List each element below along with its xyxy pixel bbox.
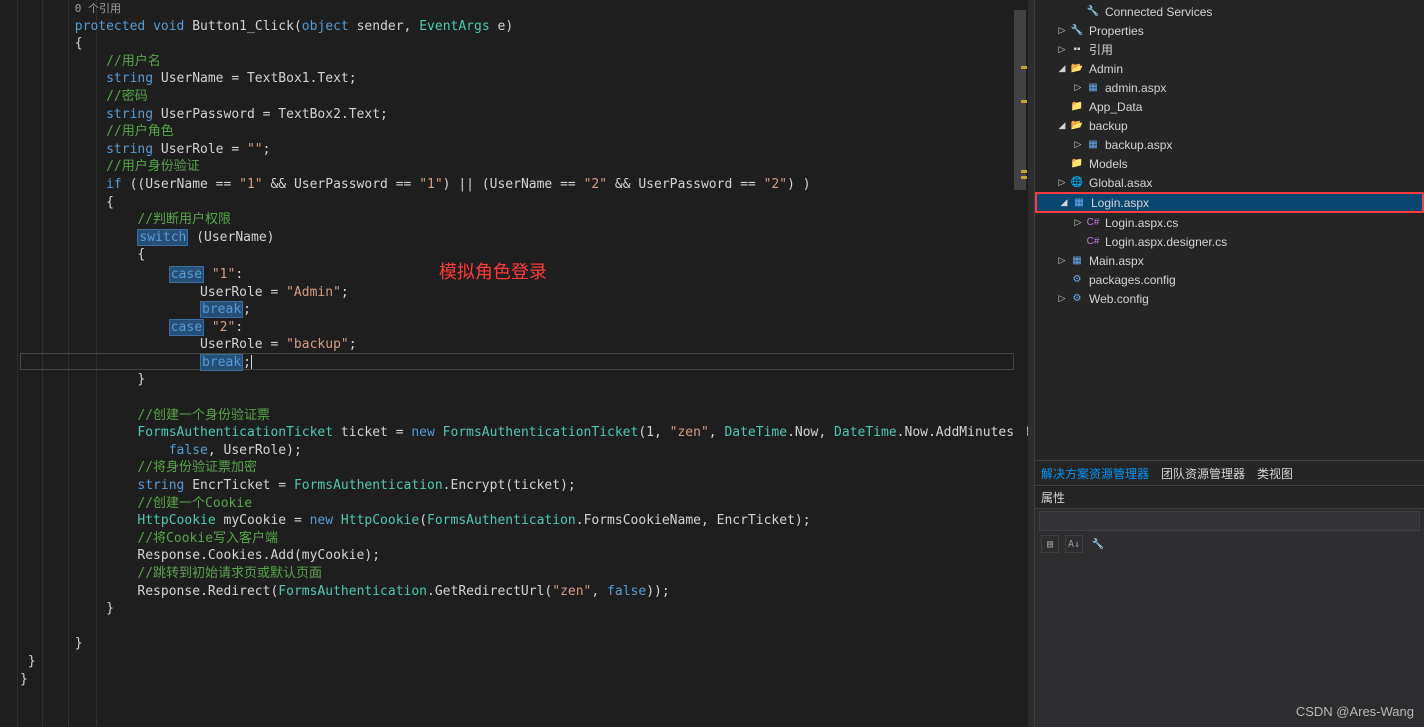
code-content[interactable]: 0 个引用 protected void Button1_Click(objec… [0,0,1028,727]
aspx-file-icon: ▦ [1085,80,1101,96]
expand-icon[interactable]: ▷ [1057,177,1067,188]
references-label[interactable]: 0 个引用 [75,2,121,15]
watermark: CSDN @Ares-Wang [1296,704,1414,719]
tree-item-label: packages.config [1089,273,1176,287]
scrollbar-track[interactable] [1014,0,1027,727]
tree-item[interactable]: ▷⚙packages.config [1035,270,1424,289]
tab-team-explorer[interactable]: 团队资源管理器 [1161,465,1245,482]
tree-item[interactable]: ▷C#Login.aspx.designer.cs [1035,232,1424,251]
tree-item-label: admin.aspx [1105,81,1166,95]
tree-item-label: Main.aspx [1089,254,1144,268]
expand-icon[interactable]: ▷ [1057,25,1067,36]
tree-item[interactable]: ▷🔧Connected Services [1035,2,1424,21]
wrench-icon: 🔧 [1085,4,1101,20]
tree-item-label: Properties [1089,24,1144,38]
right-panel: ▷🔧Connected Services▷🔧Properties▷▪▪引用◢📂A… [1034,0,1424,727]
properties-panel: 属性 ▤ A↓ 🔧 [1035,486,1424,727]
tree-item-label: Login.aspx [1091,196,1149,210]
properties-title: 属性 [1035,487,1424,509]
tab-solution-explorer[interactable]: 解决方案资源管理器 [1041,465,1149,482]
tree-item[interactable]: ▷▦ admin.aspx [1035,78,1424,97]
tree-item-label: Login.aspx.designer.cs [1105,235,1227,249]
expand-icon[interactable]: ▷ [1073,217,1083,228]
tree-item[interactable]: ▷C# Login.aspx.cs [1035,213,1424,232]
tree-item-label: Connected Services [1105,5,1212,19]
tree-item-label: Admin [1089,62,1123,76]
expand-icon[interactable]: ◢ [1059,197,1069,208]
expand-icon[interactable]: ▷ [1057,255,1067,266]
scrollbar-marker [1021,100,1027,103]
aspx-file-icon: ▦ [1085,137,1101,153]
tree-item-label: Models [1089,157,1128,171]
tree-item[interactable]: ▷▦ Main.aspx [1035,251,1424,270]
tree-item-label: backup [1089,119,1128,133]
folder-icon: 📁 [1069,156,1085,172]
folder-open-icon: 📂 [1069,118,1085,134]
config-file-icon: ⚙ [1069,272,1085,288]
cs-file-icon: C# [1085,215,1101,231]
global-file-icon: 🌐 [1069,175,1085,191]
annotation-label: 模拟角色登录 [439,262,547,282]
aspx-file-icon: ▦ [1071,195,1087,211]
tree-item[interactable]: ▷⚙ Web.config [1035,289,1424,308]
tree-item[interactable]: ▷🌐 Global.asax [1035,173,1424,192]
tree-item-label: backup.aspx [1105,138,1172,152]
tab-class-view[interactable]: 类视图 [1257,465,1293,482]
tree-item-label: 引用 [1089,41,1113,58]
references-icon: ▪▪ [1069,42,1085,58]
wrench-icon[interactable]: 🔧 [1089,535,1107,553]
expand-icon[interactable]: ◢ [1057,120,1067,131]
scrollbar-marker [1021,170,1027,173]
tree-item[interactable]: ▷🔧 Properties [1035,21,1424,40]
solution-explorer-tree[interactable]: ▷🔧Connected Services▷🔧Properties▷▪▪引用◢📂A… [1035,0,1424,460]
code-editor[interactable]: 0 个引用 protected void Button1_Click(objec… [0,0,1028,727]
aspx-file-icon: ▦ [1069,253,1085,269]
tree-item[interactable]: ▷▦ backup.aspx [1035,135,1424,154]
properties-toolbar: ▤ A↓ 🔧 [1035,531,1424,557]
tool-window-tabs[interactable]: 解决方案资源管理器 团队资源管理器 类视图 [1035,460,1424,486]
cs-file-icon: C# [1085,234,1101,250]
wrench-icon: 🔧 [1069,23,1085,39]
config-file-icon: ⚙ [1069,291,1085,307]
tree-item[interactable]: ◢▦ Login.aspx [1035,192,1424,213]
expand-icon[interactable]: ◢ [1057,63,1067,74]
tree-item-label: Web.config [1089,292,1149,306]
expand-icon[interactable]: ▷ [1073,139,1083,150]
tree-item[interactable]: ◢📂 backup [1035,116,1424,135]
tree-item[interactable]: ▷▪▪引用 [1035,40,1424,59]
tree-item-label: Global.asax [1089,176,1152,190]
expand-icon[interactable]: ▷ [1057,44,1067,55]
expand-icon[interactable]: ▷ [1073,82,1083,93]
folder-open-icon: 📂 [1069,61,1085,77]
alphabetical-button[interactable]: A↓ [1065,535,1083,553]
tree-item[interactable]: ▷📁App_Data [1035,97,1424,116]
scrollbar-marker [1021,66,1027,69]
tree-item-label: App_Data [1089,100,1142,114]
categorized-button[interactable]: ▤ [1041,535,1059,553]
folder-icon: 📁 [1069,99,1085,115]
tree-item[interactable]: ◢📂 Admin [1035,59,1424,78]
tree-item-label: Login.aspx.cs [1105,216,1178,230]
properties-object-dropdown[interactable] [1039,511,1420,531]
scrollbar-marker [1021,176,1027,179]
tree-item[interactable]: ▷📁Models [1035,154,1424,173]
expand-icon[interactable]: ▷ [1057,293,1067,304]
